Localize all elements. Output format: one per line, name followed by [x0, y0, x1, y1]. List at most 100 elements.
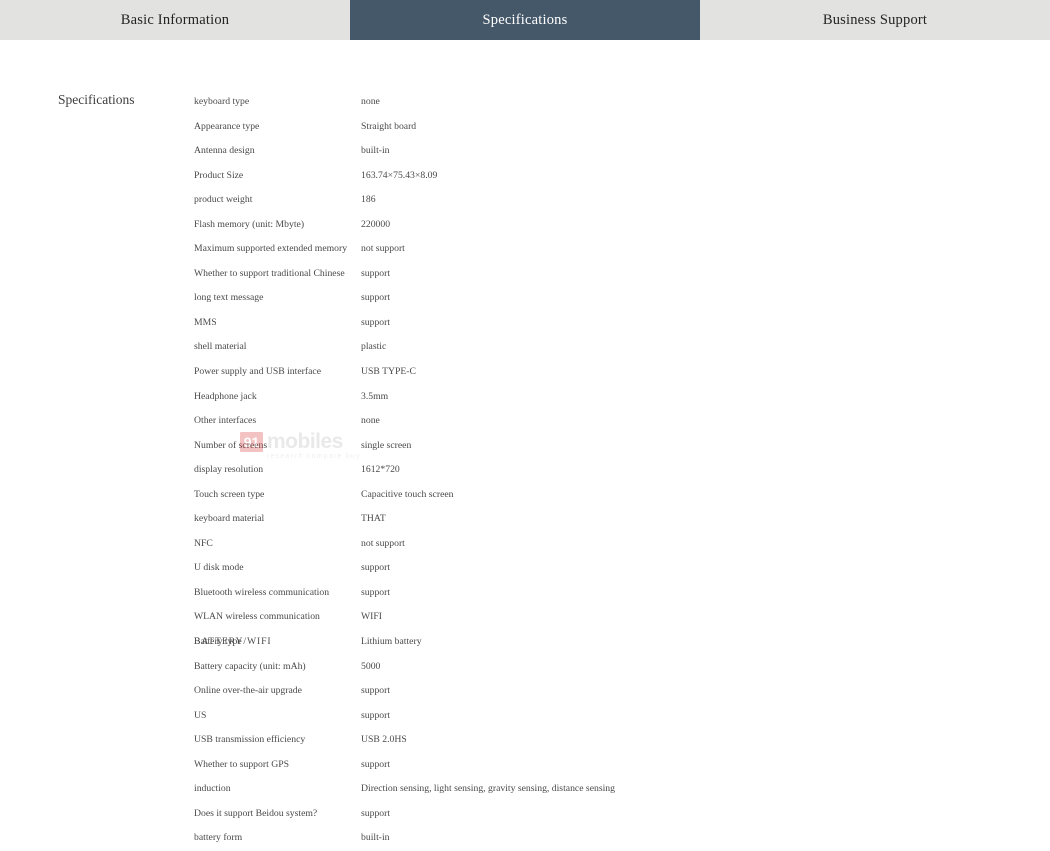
spec-key: Whether to support traditional Chinese: [194, 267, 345, 279]
spec-key: Bluetooth wireless communication: [194, 586, 330, 598]
spec-value: Direction sensing, light sensing, gravit…: [361, 783, 615, 795]
spec-key-layer-overlay: BATTERY/WIFI: [194, 636, 272, 648]
spec-key: Online over-the-air upgrade: [194, 685, 302, 697]
spec-key: MMS: [194, 316, 217, 328]
spec-value: built-in: [361, 145, 390, 157]
tab-business-support[interactable]: Business Support: [700, 0, 1050, 40]
spec-value: support: [361, 586, 391, 598]
table-row: USB transmission efficiency USB 2.0HS: [194, 728, 1014, 753]
table-row: Power supply and USB interface USB TYPE-C: [194, 360, 1014, 385]
table-row: keyboard material THAT: [194, 507, 1014, 532]
table-row: product weight 186: [194, 188, 1014, 213]
spec-key: Maximum supported extended memory: [194, 243, 348, 255]
table-row: shell material plastic: [194, 335, 1014, 360]
spec-key: battery form: [194, 832, 243, 844]
specifications-panel: Specifications keyboard type none Appearan…: [0, 40, 1050, 843]
spec-value: 5000: [361, 660, 381, 672]
table-row: battery form built-in: [194, 826, 1014, 851]
section-title: Specifications: [58, 92, 135, 107]
spec-value: Lithium battery: [361, 636, 422, 648]
table-row: WLAN wireless communication WIFI: [194, 605, 1014, 630]
table-row: Online over-the-air upgrade support: [194, 679, 1014, 704]
spec-key: Headphone jack: [194, 390, 257, 402]
spec-key: display resolution: [194, 464, 264, 476]
spec-key: WLAN wireless communication: [194, 611, 320, 623]
spec-value: plastic: [361, 341, 387, 353]
table-row: U disk mode support: [194, 556, 1014, 581]
table-row: Bluetooth wireless communication support: [194, 581, 1014, 606]
table-row: Whether to support GPS support: [194, 753, 1014, 778]
table-row: display resolution 1612*720: [194, 458, 1014, 483]
spec-value: not support: [361, 537, 405, 549]
tab-label: Basic Information: [120, 11, 230, 28]
table-row: Flash memory (unit: Mbyte) 220000: [194, 213, 1014, 238]
spec-value: single screen: [361, 439, 412, 451]
spec-key: keyboard type: [194, 96, 250, 107]
spec-key: Other interfaces: [194, 415, 257, 427]
table-row: Appearance type Straight board: [194, 115, 1014, 140]
spec-key: Battery capacity (unit: mAh): [194, 660, 306, 672]
table-row: Touch screen type Capacitive touch screen: [194, 483, 1014, 508]
table-row: Battery capacity (unit: mAh) 5000: [194, 655, 1014, 680]
spec-value: 186: [361, 194, 376, 206]
table-row: NFC not support: [194, 532, 1014, 557]
spec-key: U disk mode: [194, 562, 244, 574]
table-row: Number of screens single screen: [194, 434, 1014, 459]
spec-key: induction: [194, 783, 231, 795]
tab-basic-information[interactable]: Basic Information: [0, 0, 350, 40]
spec-value: none: [361, 415, 380, 427]
spec-value: built-in: [361, 832, 390, 844]
spec-value: support: [361, 267, 391, 279]
table-row: induction Direction sensing, light sensin…: [194, 777, 1014, 802]
spec-value: WIFI: [361, 611, 382, 623]
tab-specifications[interactable]: Specifications: [350, 0, 700, 40]
spec-value: none: [361, 96, 380, 107]
spec-value: USB TYPE-C: [361, 366, 416, 378]
spec-value: Capacitive touch screen: [361, 488, 454, 500]
spec-key: US: [194, 709, 207, 721]
spec-key: Appearance type: [194, 120, 260, 132]
spec-value: 220000: [361, 218, 391, 230]
spec-key: USB transmission efficiency: [194, 734, 306, 746]
spec-key: Antenna design: [194, 145, 255, 157]
table-row: Maximum supported extended memory not sup…: [194, 237, 1014, 262]
spec-key: NFC: [194, 537, 213, 549]
spec-value: support: [361, 562, 391, 574]
spec-value: support: [361, 316, 391, 328]
table-row: US support: [194, 704, 1014, 729]
table-row: Antenna design built-in: [194, 139, 1014, 164]
spec-value: support: [361, 709, 391, 721]
spec-value: support: [361, 758, 391, 770]
spec-value: 3.5mm: [361, 390, 389, 402]
table-row: MMS support: [194, 311, 1014, 336]
spec-key: Does it support Beidou system?: [194, 807, 318, 819]
spec-value: 163.74×75.43×8.09: [361, 169, 438, 181]
spec-key: Product Size: [194, 169, 244, 181]
table-row: long text message support: [194, 286, 1014, 311]
spec-value: not support: [361, 243, 405, 255]
spec-value: THAT: [361, 513, 386, 525]
spec-value: support: [361, 685, 391, 697]
spec-value: Straight board: [361, 120, 417, 132]
spec-value: support: [361, 292, 391, 304]
table-row: Other interfaces none: [194, 409, 1014, 434]
tab-bar: Basic Information Specifications Business …: [0, 0, 1050, 40]
spec-key: shell material: [194, 341, 247, 353]
table-row: Product Size 163.74×75.43×8.09: [194, 164, 1014, 189]
spec-key: product weight: [194, 194, 253, 206]
table-row: Whether to support traditional Chinese su…: [194, 262, 1014, 287]
spec-value: USB 2.0HS: [361, 734, 407, 746]
specifications-table: keyboard type none Appearance type Straight…: [194, 90, 1014, 851]
table-row: Battery type BATTERY/WIFI Lithium battery: [194, 630, 1014, 655]
spec-key: Whether to support GPS: [194, 758, 289, 770]
spec-key: long text message: [194, 292, 264, 304]
table-row: keyboard type none: [194, 90, 1014, 115]
spec-key: Power supply and USB interface: [194, 366, 321, 378]
spec-key: keyboard material: [194, 513, 265, 525]
tab-label: Business Support: [822, 11, 928, 28]
spec-key: Number of screens: [194, 439, 268, 451]
spec-value: support: [361, 807, 391, 819]
table-row: Does it support Beidou system? support: [194, 802, 1014, 827]
tab-label: Specifications: [482, 11, 568, 28]
table-row: Headphone jack 3.5mm: [194, 385, 1014, 410]
